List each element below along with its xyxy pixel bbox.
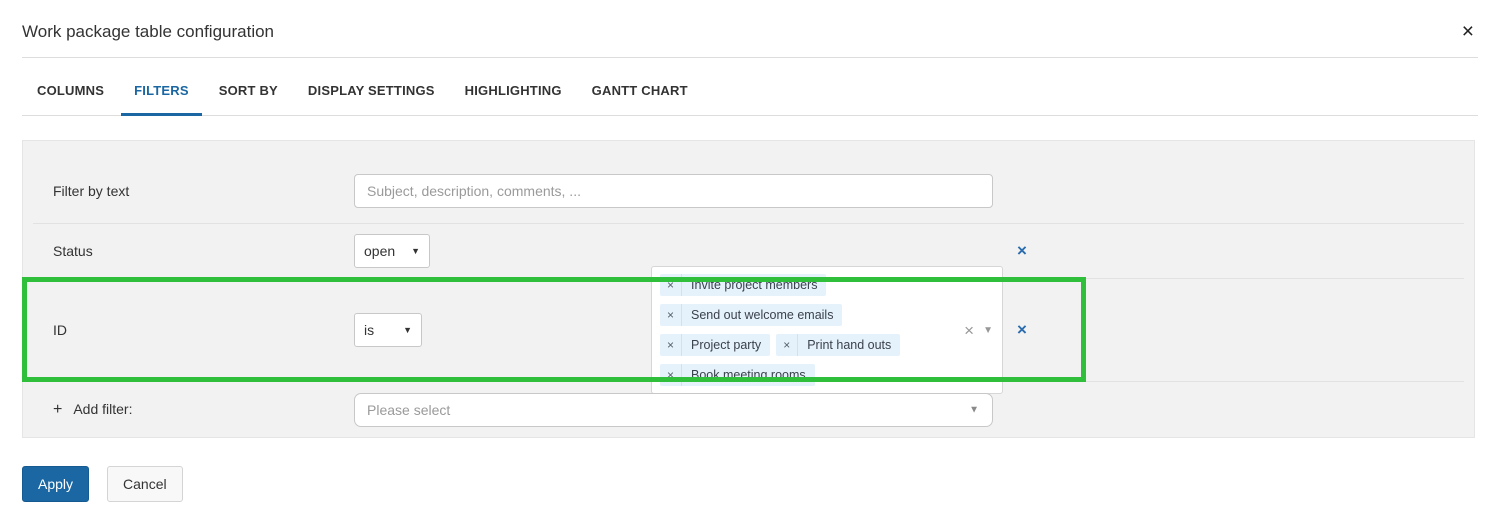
chevron-down-icon[interactable]: ▼ xyxy=(983,325,993,336)
chip-label: Invite project members xyxy=(682,278,826,292)
apply-button[interactable]: Apply xyxy=(22,466,89,502)
filter-label: Filter by text xyxy=(53,183,354,199)
id-values-multiselect[interactable]: × Invite project members × Send out welc… xyxy=(651,266,1003,394)
chip: × Send out welcome emails xyxy=(660,304,842,326)
chip-remove-icon[interactable]: × xyxy=(660,274,682,296)
chip-label: Print hand outs xyxy=(798,338,900,352)
plus-icon: + xyxy=(53,401,62,418)
chip-remove-icon[interactable]: × xyxy=(660,304,682,326)
chip: × Project party xyxy=(660,334,770,356)
cancel-button[interactable]: Cancel xyxy=(107,466,183,502)
multiselect-controls: × ▼ xyxy=(964,322,996,339)
add-filter-input[interactable] xyxy=(354,393,993,427)
chip-label: Book meeting rooms xyxy=(682,368,815,382)
chip-list: × Invite project members × Send out welc… xyxy=(660,274,950,386)
chip: × Print hand outs xyxy=(776,334,900,356)
text-filter-input[interactable] xyxy=(354,174,993,208)
chip-remove-icon[interactable]: × xyxy=(660,334,682,356)
add-filter-select[interactable]: ▼ xyxy=(354,393,993,427)
status-operator-select[interactable]: open ▼ xyxy=(354,234,430,268)
filter-row-add: + Add filter: ▼ xyxy=(33,381,1464,437)
modal-header: Work package table configuration × xyxy=(22,0,1478,58)
page-title: Work package table configuration xyxy=(22,22,274,42)
caret-down-icon: ▼ xyxy=(411,246,420,256)
action-bar: Apply Cancel xyxy=(22,466,183,502)
chip: × Invite project members xyxy=(660,274,826,296)
close-icon[interactable]: × xyxy=(1462,21,1474,42)
selected-value: open xyxy=(364,243,395,259)
filter-label: ID xyxy=(53,322,354,338)
tab-columns[interactable]: COLUMNS xyxy=(22,83,119,115)
filter-row-text: Filter by text xyxy=(33,141,1464,223)
add-filter-label: Add filter: xyxy=(73,401,132,417)
tab-filters[interactable]: FILTERS xyxy=(119,83,204,115)
tab-gantt-chart[interactable]: GANTT CHART xyxy=(577,83,703,115)
add-filter-label-cell: + Add filter: xyxy=(53,401,354,419)
id-operator-select[interactable]: is ▼ xyxy=(354,313,422,347)
filter-label: Status xyxy=(53,243,354,259)
clear-all-icon[interactable]: × xyxy=(964,322,974,339)
tab-bar: COLUMNS FILTERS SORT BY DISPLAY SETTINGS… xyxy=(22,58,1478,116)
filters-panel: Filter by text Status open ▼ × ID is ▼ xyxy=(22,140,1475,438)
tab-highlighting[interactable]: HIGHLIGHTING xyxy=(450,83,577,115)
remove-status-filter-button[interactable]: × xyxy=(1002,241,1042,261)
selected-value: is xyxy=(364,322,374,338)
tab-display-settings[interactable]: DISPLAY SETTINGS xyxy=(293,83,450,115)
chip-remove-icon[interactable]: × xyxy=(776,334,798,356)
caret-down-icon: ▼ xyxy=(403,325,412,335)
chip-label: Project party xyxy=(682,338,770,352)
tab-sort-by[interactable]: SORT BY xyxy=(204,83,293,115)
filter-row-id: ID is ▼ × Invite project members × Send … xyxy=(33,278,1464,381)
remove-id-filter-button[interactable]: × xyxy=(1002,320,1042,340)
chip-label: Send out welcome emails xyxy=(682,308,842,322)
